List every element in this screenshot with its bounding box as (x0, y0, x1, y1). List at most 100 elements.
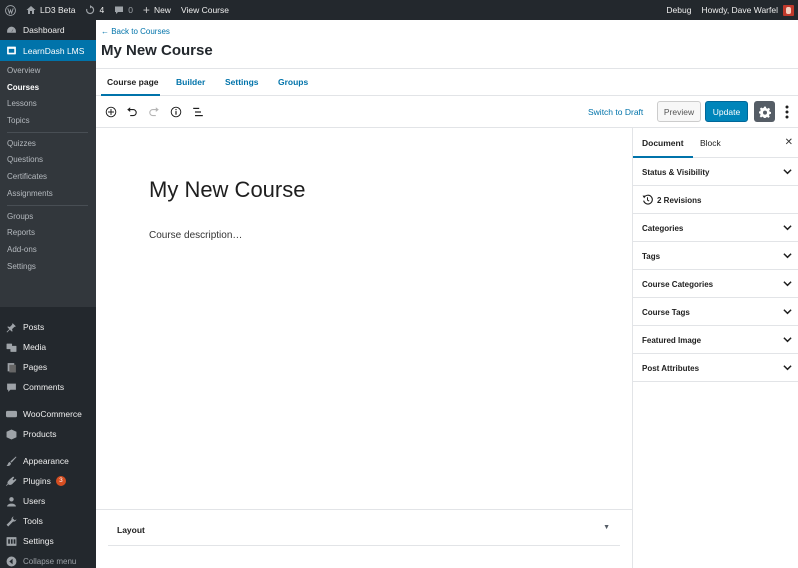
submenu-reports[interactable]: Reports (0, 225, 96, 242)
menu-comments[interactable]: Comments (0, 377, 96, 397)
updates-count: 4 (99, 5, 105, 15)
menu-spacer (0, 444, 96, 451)
wrench-icon (6, 516, 17, 527)
panel-section-featured-image[interactable]: Featured Image (633, 326, 798, 354)
add-block-icon[interactable] (104, 105, 118, 119)
status-visibility-label: Status & Visibility (642, 168, 710, 177)
tab-document[interactable]: Document (633, 128, 693, 158)
menu-tools-label: Tools (23, 516, 43, 526)
menu-media-label: Media (23, 342, 47, 352)
tab-groups[interactable]: Groups (278, 69, 308, 96)
menu-products[interactable]: Products (0, 424, 96, 444)
tab-settings[interactable]: Settings (225, 69, 259, 96)
debug-label: Debug (666, 5, 692, 15)
document-settings-panel: Document Block ✕ Status & Visibility 2 R… (632, 128, 798, 568)
collapse-menu-button[interactable]: Collapse menu (0, 551, 96, 568)
info-icon[interactable] (169, 105, 183, 119)
menu-woocommerce-label: WooCommerce (23, 409, 82, 419)
panel-section-tags[interactable]: Tags (633, 242, 798, 270)
back-to-courses-link[interactable]: ← Back to Courses (101, 27, 170, 36)
new-content-link[interactable]: + New (138, 0, 176, 20)
close-icon[interactable]: ✕ (785, 137, 793, 148)
menu-pages[interactable]: Pages (0, 357, 96, 377)
panel-section-categories[interactable]: Categories (633, 214, 798, 242)
submenu-lessons[interactable]: Lessons (0, 96, 96, 113)
more-options-icon[interactable] (781, 102, 793, 122)
submenu-questions[interactable]: Questions (0, 152, 96, 169)
menu-plugins[interactable]: Plugins 3 (0, 471, 96, 491)
chevron-down-icon (783, 251, 792, 262)
redo-icon[interactable] (147, 105, 161, 119)
tags-label: Tags (642, 252, 661, 261)
submenu-topics[interactable]: Topics (0, 113, 96, 130)
tab-builder[interactable]: Builder (176, 69, 205, 96)
panel-section-course-tags[interactable]: Course Tags (633, 298, 798, 326)
my-account-link[interactable]: Howdy, Dave Warfel (696, 0, 798, 20)
comments-link[interactable]: 0 (109, 0, 138, 20)
wordpress-logo-icon[interactable] (0, 0, 21, 20)
switch-to-draft-link[interactable]: Switch to Draft (588, 107, 643, 117)
update-button[interactable]: Update (705, 101, 748, 122)
course-tabs: Course page Builder Settings Groups (96, 68, 798, 96)
paintbrush-icon (6, 456, 17, 467)
admin-bar: LD3 Beta 4 0 + New View Course Debug How… (0, 0, 798, 20)
caret-down-icon[interactable]: ▼ (603, 524, 610, 531)
submenu-quizzes[interactable]: Quizzes (0, 136, 96, 153)
submenu-addons[interactable]: Add-ons (0, 242, 96, 259)
menu-pages-label: Pages (23, 362, 48, 372)
panel-section-status[interactable]: Status & Visibility (633, 158, 798, 186)
pushpin-icon (6, 322, 17, 333)
menu-posts[interactable]: Posts (0, 317, 96, 337)
submenu-assignments[interactable]: Assignments (0, 186, 96, 203)
tab-block[interactable]: Block (700, 128, 721, 158)
menu-spacer (0, 397, 96, 404)
menu-settings[interactable]: Settings (0, 531, 96, 551)
admin-sidebar: Dashboard LearnDash LMS Overview Courses… (0, 20, 96, 568)
submenu-divider (7, 131, 88, 133)
site-name-link[interactable]: LD3 Beta (21, 0, 80, 20)
submenu-courses[interactable]: Courses (0, 80, 96, 97)
submenu-settings[interactable]: Settings (0, 259, 96, 276)
editor-toolbar: Switch to Draft Preview Update (96, 97, 798, 128)
panel-section-post-attributes[interactable]: Post Attributes (633, 354, 798, 382)
undo-icon[interactable] (125, 105, 139, 119)
menu-appearance-label: Appearance (23, 456, 69, 466)
menu-tools[interactable]: Tools (0, 511, 96, 531)
post-description-block[interactable]: Course description… (149, 230, 242, 241)
post-attributes-label: Post Attributes (642, 364, 700, 373)
menu-dashboard-label: Dashboard (23, 25, 65, 35)
panel-section-course-categories[interactable]: Course Categories (633, 270, 798, 298)
preview-button[interactable]: Preview (657, 101, 701, 122)
layout-metabox[interactable]: Layout ▼ (108, 510, 620, 546)
tab-course-page[interactable]: Course page (101, 69, 160, 96)
view-course-label: View Course (180, 5, 229, 15)
course-tags-label: Course Tags (642, 308, 690, 317)
menu-users[interactable]: Users (0, 491, 96, 511)
media-icon (6, 342, 17, 353)
course-categories-label: Course Categories (642, 280, 714, 289)
revisions-icon (642, 194, 653, 207)
menu-woocommerce[interactable]: WooCommerce (0, 404, 96, 424)
comments-count: 0 (128, 5, 133, 15)
categories-label: Categories (642, 224, 684, 233)
submenu-divider (7, 204, 88, 206)
plugins-icon (6, 476, 17, 487)
menu-appearance[interactable]: Appearance (0, 451, 96, 471)
menu-dashboard[interactable]: Dashboard (0, 20, 96, 40)
debug-link[interactable]: Debug (661, 0, 696, 20)
block-navigation-icon[interactable] (191, 105, 205, 119)
menu-learndash[interactable]: LearnDash LMS (0, 40, 96, 61)
menu-media[interactable]: Media (0, 337, 96, 357)
submenu-certificates[interactable]: Certificates (0, 169, 96, 186)
chevron-down-icon (783, 335, 792, 346)
submenu-overview[interactable]: Overview (0, 63, 96, 80)
submenu-groups[interactable]: Groups (0, 209, 96, 226)
menu-users-label: Users (23, 496, 46, 506)
view-course-link[interactable]: View Course (176, 0, 234, 20)
menu-plugins-label: Plugins (23, 476, 51, 486)
updates-link[interactable]: 4 (80, 0, 109, 20)
post-title-field[interactable]: My New Course (149, 177, 305, 203)
settings-toggle-button[interactable] (754, 101, 775, 122)
panel-section-revisions[interactable]: 2 Revisions (633, 186, 798, 214)
woocommerce-icon (6, 409, 17, 420)
